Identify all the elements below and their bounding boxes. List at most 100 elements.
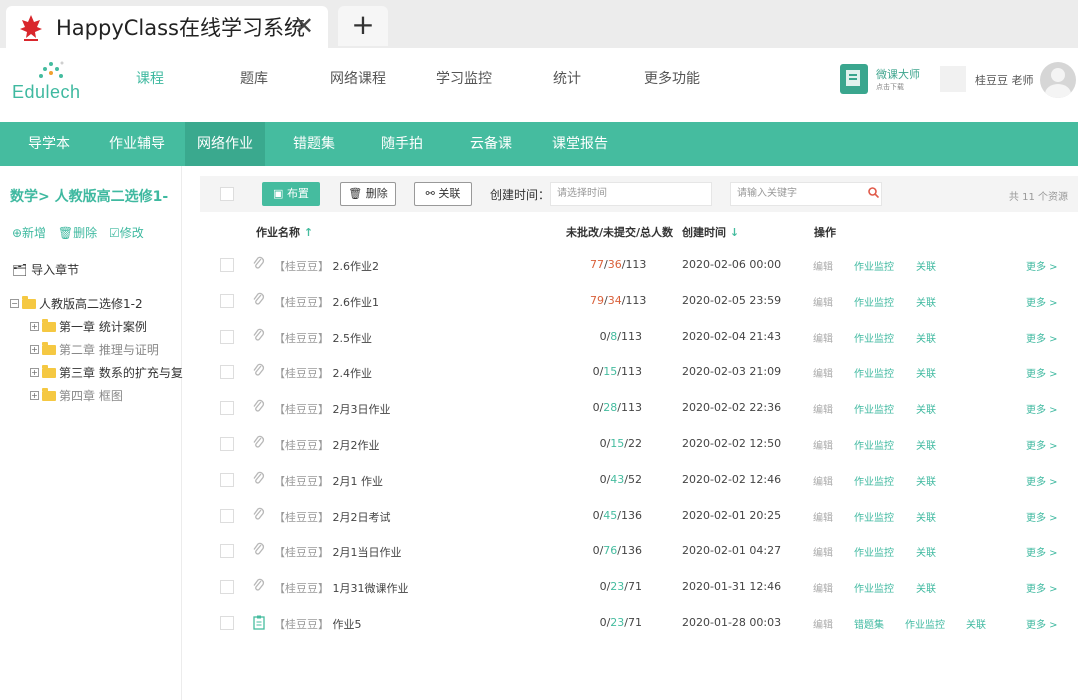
homework-name[interactable]: 【桂豆豆】 2.5作业 — [274, 330, 372, 346]
homework-name[interactable]: 【桂豆豆】 2月1当日作业 — [274, 544, 402, 560]
edit-chapter-button[interactable]: ☑修改 — [109, 226, 144, 240]
link-link[interactable]: 关联 — [966, 616, 986, 631]
collapse-icon[interactable]: − — [10, 299, 19, 308]
nav-question-bank[interactable]: 题库 — [240, 68, 268, 88]
subnav-class-report[interactable]: 课堂报告 — [543, 122, 617, 166]
browser-tab[interactable]: HappyClass在线学习系统 ✕ — [6, 6, 328, 48]
table-row[interactable]: 【桂豆豆】 1月31微课作业 0/23/71 2020-01-31 12:46 … — [200, 570, 1078, 606]
more-link[interactable]: 更多 > — [1026, 437, 1058, 452]
nav-learning-monitor[interactable]: 学习监控 — [436, 68, 492, 88]
link-link[interactable]: 关联 — [916, 473, 936, 488]
row-checkbox[interactable] — [220, 472, 234, 487]
link-link[interactable]: 关联 — [916, 437, 936, 452]
monitor-link[interactable]: 作业监控 — [854, 330, 894, 345]
assign-button[interactable]: ▣ 布置 — [262, 182, 320, 206]
expand-icon[interactable]: + — [30, 368, 39, 377]
table-row[interactable]: 【桂豆豆】 2.5作业 0/8/113 2020-02-04 21:43 编辑 … — [200, 320, 1078, 356]
homework-name[interactable]: 【桂豆豆】 2月2作业 — [274, 437, 380, 453]
row-checkbox[interactable] — [220, 437, 234, 451]
edit-link[interactable]: 编辑 — [813, 258, 833, 273]
edit-link[interactable]: 编辑 — [813, 580, 833, 595]
monitor-link[interactable]: 作业监控 — [854, 365, 894, 380]
nav-courses[interactable]: 课程 — [136, 68, 164, 88]
monitor-link[interactable]: 作业监控 — [854, 544, 894, 559]
more-link[interactable]: 更多 > — [1026, 294, 1058, 309]
delete-button[interactable]: 🗑 删除 — [340, 182, 396, 206]
table-row[interactable]: 【桂豆豆】 2.4作业 0/15/113 2020-02-03 21:09 编辑… — [200, 355, 1078, 391]
more-link[interactable]: 更多 > — [1026, 509, 1058, 524]
table-row[interactable]: 【桂豆豆】 2.6作业1 79/34/113 2020-02-05 23:59 … — [200, 284, 1078, 320]
table-row[interactable]: 【桂豆豆】 2月2日考试 0/45/136 2020-02-01 20:25 编… — [200, 499, 1078, 535]
row-checkbox[interactable] — [220, 258, 234, 272]
homework-name[interactable]: 【桂豆豆】 1月31微课作业 — [274, 580, 409, 596]
sort-asc-icon[interactable]: ↑ — [304, 226, 313, 239]
more-link[interactable]: 更多 > — [1026, 330, 1058, 345]
row-checkbox[interactable] — [220, 544, 234, 559]
subnav-guide-book[interactable]: 导学本 — [14, 122, 84, 166]
link-link[interactable]: 关联 — [916, 580, 936, 595]
homework-name[interactable]: 【桂豆豆】 作业5 — [274, 616, 362, 632]
table-row[interactable]: 【桂豆豆】 作业5 0/23/71 2020-01-28 00:03 编辑 错题… — [200, 606, 1078, 642]
homework-name[interactable]: 【桂豆豆】 2.4作业 — [274, 365, 372, 381]
subnav-cloud-prep[interactable]: 云备课 — [460, 122, 522, 166]
more-link[interactable]: 更多 > — [1026, 616, 1058, 631]
more-link[interactable]: 更多 > — [1026, 473, 1058, 488]
row-checkbox[interactable] — [220, 401, 234, 416]
nav-more-features[interactable]: 更多功能 — [644, 68, 700, 88]
date-picker-input[interactable]: 请选择时间 — [550, 182, 712, 206]
edit-link[interactable]: 编辑 — [813, 509, 833, 524]
mistakes-link[interactable]: 错题集 — [854, 616, 884, 631]
homework-name[interactable]: 【桂豆豆】 2.6作业2 — [274, 258, 379, 274]
header-created[interactable]: 创建时间 ↓ — [682, 224, 739, 240]
edit-link[interactable]: 编辑 — [813, 473, 833, 488]
edit-link[interactable]: 编辑 — [813, 365, 833, 380]
link-link[interactable]: 关联 — [916, 258, 936, 273]
monitor-link[interactable]: 作业监控 — [854, 294, 894, 309]
subnav-snapshot[interactable]: 随手拍 — [371, 122, 433, 166]
more-link[interactable]: 更多 > — [1026, 401, 1058, 416]
link-link[interactable]: 关联 — [916, 330, 936, 345]
select-all-checkbox[interactable] — [220, 187, 234, 201]
monitor-link[interactable]: 作业监控 — [854, 509, 894, 524]
homework-name[interactable]: 【桂豆豆】 2月1 作业 — [274, 473, 383, 489]
more-link[interactable]: 更多 > — [1026, 258, 1058, 273]
monitor-link[interactable]: 作业监控 — [854, 401, 894, 416]
delete-chapter-button[interactable]: 🗑删除 — [58, 226, 97, 240]
row-checkbox[interactable] — [220, 616, 234, 630]
link-link[interactable]: 关联 — [916, 401, 936, 416]
link-link[interactable]: 关联 — [916, 509, 936, 524]
user-name[interactable]: 桂豆豆 老师 — [975, 72, 1034, 88]
row-checkbox[interactable] — [220, 329, 234, 344]
nav-online-courses[interactable]: 网络课程 — [330, 68, 386, 88]
more-link[interactable]: 更多 > — [1026, 580, 1058, 595]
table-row[interactable]: 【桂豆豆】 2.6作业2 77/36/113 2020-02-06 00:00 … — [200, 248, 1078, 284]
row-checkbox[interactable] — [220, 580, 234, 595]
search-icon[interactable] — [868, 187, 879, 198]
import-chapters-button[interactable]: 🗂 导入章节 — [12, 261, 79, 278]
homework-name[interactable]: 【桂豆豆】 2.6作业1 — [274, 294, 379, 310]
row-checkbox[interactable] — [220, 293, 234, 308]
sort-desc-icon[interactable]: ↓ — [730, 226, 739, 239]
monitor-link[interactable]: 作业监控 — [854, 580, 894, 595]
table-row[interactable]: 【桂豆豆】 2月1 作业 0/43/52 2020-02-02 12:46 编辑… — [200, 463, 1078, 499]
monitor-link[interactable]: 作业监控 — [854, 258, 894, 273]
brand-logo[interactable]: Edulech — [12, 58, 92, 108]
more-link[interactable]: 更多 > — [1026, 544, 1058, 559]
close-icon[interactable]: ✕ — [294, 12, 314, 40]
link-link[interactable]: 关联 — [916, 294, 936, 309]
header-name[interactable]: 作业名称 ↑ — [256, 224, 313, 240]
edit-link[interactable]: 编辑 — [813, 294, 833, 309]
edit-link[interactable]: 编辑 — [813, 616, 833, 631]
expand-icon[interactable]: + — [30, 345, 39, 354]
more-link[interactable]: 更多 > — [1026, 365, 1058, 380]
monitor-link[interactable]: 作业监控 — [854, 437, 894, 452]
link-link[interactable]: 关联 — [916, 365, 936, 380]
homework-name[interactable]: 【桂豆豆】 2月2日考试 — [274, 509, 391, 525]
link-button[interactable]: ⚯ 关联 — [414, 182, 472, 206]
new-tab-button[interactable]: + — [338, 6, 388, 46]
subnav-mistake-collection[interactable]: 错题集 — [282, 122, 346, 166]
table-row[interactable]: 【桂豆豆】 2月2作业 0/15/22 2020-02-02 12:50 编辑 … — [200, 427, 1078, 463]
edit-link[interactable]: 编辑 — [813, 330, 833, 345]
tree-node[interactable]: + 第四章 框图 — [10, 384, 183, 407]
edit-link[interactable]: 编辑 — [813, 437, 833, 452]
